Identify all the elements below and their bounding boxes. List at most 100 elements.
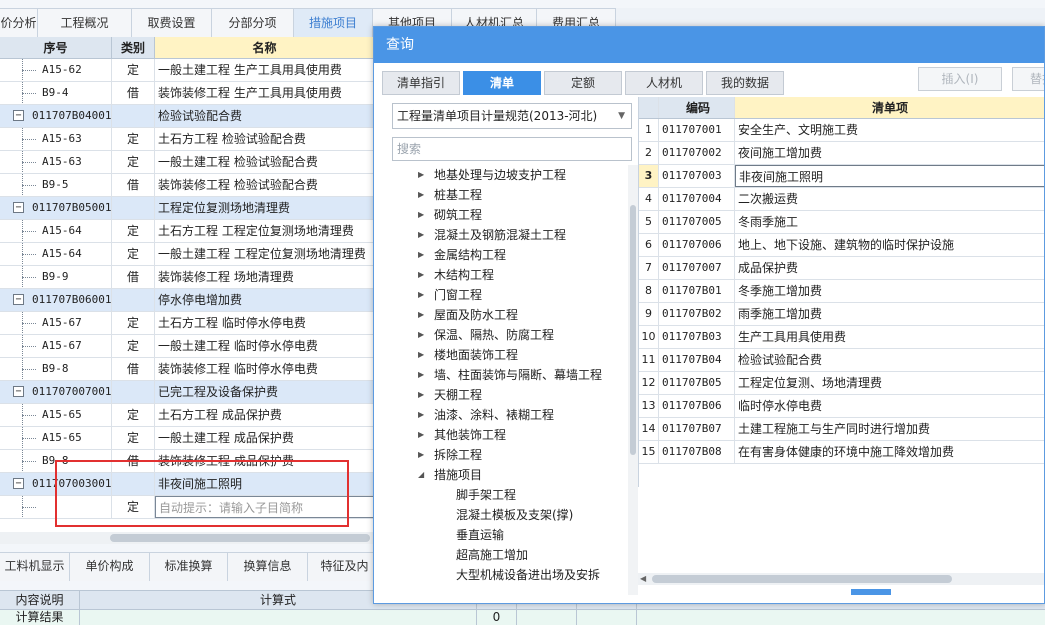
formula-cell[interactable] [80,610,477,625]
expand-right-icon[interactable]: ▶ [418,305,430,325]
collapse-icon[interactable]: − [13,294,24,305]
header-type[interactable]: 类别 [112,37,155,58]
type-cell: 定 [112,496,155,518]
tree-item[interactable]: 垂直运输 [384,525,620,545]
grid-row[interactable]: 11 011707B04 检验试验配合费 [639,349,1044,372]
name-cell: 冬雨季施工 [735,211,1044,233]
tree-item[interactable]: ▶ 保温、隔热、防腐工程 [384,325,620,345]
tree-item[interactable]: ▶ 门窗工程 [384,285,620,305]
search-input[interactable]: 搜索 [392,137,632,161]
expand-right-icon[interactable]: ▶ [418,325,430,345]
tree-item[interactable]: 大型机械设备进出场及安拆 [384,565,620,585]
grid-row[interactable]: 7 011707007 成品保护费 [639,257,1044,280]
grid-row[interactable]: 6 011707006 地上、地下设施、建筑物的临时保护设施 [639,234,1044,257]
tree-item[interactable]: ▶ 混凝土及钢筋混凝土工程 [384,225,620,245]
grid-row[interactable]: 12 011707B05 工程定位复测、场地清理费 [639,372,1044,395]
header-seq[interactable]: 序号 [0,37,112,58]
grid-row[interactable]: 9 011707B02 雨季施工增加费 [639,303,1044,326]
tab-3[interactable]: 分部分项 [212,8,294,37]
name-cell: 一般土建工程 成品保护费 [155,427,375,449]
expand-right-icon[interactable]: ▶ [418,205,430,225]
collapse-icon[interactable]: − [13,202,24,213]
tree-item[interactable]: 脚手架工程 [384,485,620,505]
grid-row[interactable]: 1 011707001 安全生产、文明施工费 [639,119,1044,142]
bottom-tab-1[interactable]: 单价构成 [70,553,150,581]
grid-row[interactable]: 4 011707004 二次搬运费 [639,188,1044,211]
expand-right-icon[interactable]: ▶ [418,245,430,265]
tree-item[interactable]: ▶ 木结构工程 [384,265,620,285]
tree-item[interactable]: ▶ 拆除工程 [384,445,620,465]
tree-item[interactable]: ▶ 桩基工程 [384,185,620,205]
tree-item[interactable]: ▶ 墙、柱面装饰与隔断、幕墙工程 [384,365,620,385]
expand-right-icon[interactable]: ▶ [418,285,430,305]
insert-button[interactable]: 插入(I) [918,67,1002,91]
tree-item[interactable]: ▶ 屋面及防水工程 [384,305,620,325]
tree-item[interactable]: ▶ 其他装饰工程 [384,425,620,445]
grid-horizontal-scrollbar[interactable]: ◀ [638,573,1044,585]
tree-item[interactable]: ◢ 措施项目 [384,465,620,485]
tree-connector [22,93,36,94]
collapse-icon[interactable]: − [13,110,24,121]
dialog-tab-1[interactable]: 清单 [463,71,541,95]
bottom-tab-3[interactable]: 换算信息 [228,553,308,581]
scroll-thumb[interactable] [652,575,952,583]
seq-value: B9-5 [42,178,69,191]
expand-right-icon[interactable]: ▶ [418,365,430,385]
tree-item[interactable]: ▶ 天棚工程 [384,385,620,405]
tree-vertical-scrollbar[interactable] [628,165,638,595]
grid-row[interactable]: 10 011707B03 生产工具用具使用费 [639,326,1044,349]
dialog-tab-2[interactable]: 定额 [544,71,622,95]
tab-1[interactable]: 工程概况 [38,8,132,37]
expand-right-icon[interactable]: ▶ [418,225,430,245]
tree-item[interactable]: ▶ 砌筑工程 [384,205,620,225]
scroll-thumb[interactable] [630,205,636,455]
grid-row[interactable]: 8 011707B01 冬季施工增加费 [639,280,1044,303]
code-cell: 011707B01 [659,280,735,302]
expand-right-icon[interactable]: ▶ [418,445,430,465]
bottom-tab-4[interactable]: 特征及内 [308,553,382,581]
expand-right-icon[interactable]: ▶ [418,185,430,205]
expand-right-icon[interactable]: ▶ [418,265,430,285]
expand-right-icon[interactable]: ▶ [418,165,430,185]
tree-item-label: 其他装饰工程 [434,428,507,442]
bottom-tab-2[interactable]: 标准换算 [150,553,228,581]
header-name[interactable]: 名称 [155,37,375,58]
collapse-icon[interactable]: − [13,478,24,489]
scroll-thumb[interactable] [110,534,370,542]
expand-right-icon[interactable]: ▶ [418,425,430,445]
tab-0[interactable]: 价分析 [0,8,38,37]
spec-select[interactable]: 工程量清单项目计量规范(2013-河北) ▼ [392,103,632,129]
expand-right-icon[interactable]: ▶ [418,405,430,425]
dialog-tab-3[interactable]: 人材机 [625,71,703,95]
scroll-left-icon[interactable]: ◀ [640,573,646,585]
resize-handle[interactable] [851,589,891,595]
bottom-tab-0[interactable]: 工料机显示 [0,553,70,581]
expand-right-icon[interactable]: ▶ [418,385,430,405]
tree-item[interactable]: ▶ 油漆、涂料、裱糊工程 [384,405,620,425]
grid-row[interactable]: 2 011707002 夜间施工增加费 [639,142,1044,165]
tree-item[interactable]: 混凝土模板及支架(撑) [384,505,620,525]
expand-right-icon[interactable]: ▶ [418,345,430,365]
tab-2[interactable]: 取费设置 [132,8,212,37]
name-input[interactable]: 自动提示：请输入子目简称 [155,496,375,518]
row-index: 2 [639,142,659,164]
grid-row[interactable]: 3 011707003 非夜间施工照明 [639,165,1044,188]
tab-4[interactable]: 措施项目 [294,8,373,37]
tree-item[interactable]: ▶ 楼地面装饰工程 [384,345,620,365]
dialog-tab-4[interactable]: 我的数据 [706,71,784,95]
grid-row[interactable]: 14 011707B07 土建工程施工与生产同时进行增加费 [639,418,1044,441]
collapse-icon[interactable]: − [13,386,24,397]
tree-item[interactable]: 超高施工增加 [384,545,620,565]
dialog-title[interactable]: 查询 [374,27,1044,63]
grid-row[interactable]: 5 011707005 冬雨季施工 [639,211,1044,234]
replace-button[interactable]: 替换 [1012,67,1044,91]
tree-item[interactable]: ▶ 地基处理与边坡支护工程 [384,165,620,185]
grid-header-name[interactable]: 清单项 [735,97,1044,118]
grid-row[interactable]: 13 011707B06 临时停水停电费 [639,395,1044,418]
tree-connector [22,70,36,71]
dialog-tab-0[interactable]: 清单指引 [382,71,460,95]
grid-row[interactable]: 15 011707B08 在有害身体健康的环境中施工降效增加费 [639,441,1044,464]
expand-down-icon[interactable]: ◢ [418,465,430,485]
tree-item[interactable]: ▶ 金属结构工程 [384,245,620,265]
grid-header-code[interactable]: 编码 [659,97,735,118]
